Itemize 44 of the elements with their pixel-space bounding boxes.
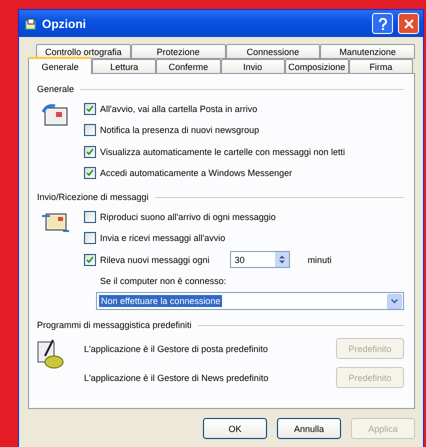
section-title: Invio/Ricezione di messaggi bbox=[37, 192, 149, 202]
unit-label: minuti bbox=[308, 254, 332, 265]
field-label: Se il computer non è connesso: bbox=[99, 276, 226, 286]
window-title: Opzioni bbox=[42, 16, 87, 30]
tab[interactable]: Controllo ortografia bbox=[36, 44, 131, 59]
tab[interactable]: Composizione bbox=[284, 59, 349, 74]
chevron-down-icon bbox=[391, 298, 398, 304]
tab[interactable]: Manutenzione bbox=[320, 44, 415, 59]
close-button[interactable] bbox=[398, 13, 419, 34]
help-button[interactable] bbox=[372, 13, 393, 34]
connection-dropdown[interactable]: Non effettuare la connessione bbox=[96, 292, 404, 310]
checkbox[interactable] bbox=[84, 102, 96, 115]
mail-folder-icon bbox=[41, 102, 69, 128]
tab[interactable]: Invio bbox=[220, 59, 285, 74]
tab[interactable]: Lettura bbox=[92, 59, 156, 74]
section-title: Generale bbox=[37, 84, 74, 94]
dialog-button[interactable]: OK bbox=[203, 418, 267, 439]
tab[interactable]: Conferme bbox=[156, 59, 221, 74]
info-text: L'applicazione è il Gestore di News predefinito bbox=[84, 372, 270, 382]
app-icon bbox=[25, 18, 37, 30]
spin-arrows-icon bbox=[278, 255, 285, 264]
close-icon bbox=[404, 18, 414, 28]
tab[interactable]: Connessione bbox=[226, 44, 320, 59]
dialog-button[interactable]: Annulla bbox=[277, 418, 341, 439]
minutes-spinner[interactable]: 30 bbox=[230, 251, 290, 268]
help-icon bbox=[378, 18, 388, 30]
option-label: Visualizza automaticamente le cartelle con messaggi non letti bbox=[100, 146, 345, 157]
checkbox[interactable] bbox=[84, 210, 96, 223]
checkbox[interactable] bbox=[84, 254, 96, 266]
info-text: L'applicazione è il Gestore di posta predefinito bbox=[84, 344, 269, 354]
checkbox[interactable] bbox=[84, 124, 96, 136]
tab[interactable]: Generale bbox=[28, 57, 92, 74]
section-title: Programmi di messaggistica predefiniti bbox=[37, 320, 192, 330]
option-label: Rileva nuovi messaggi ogni bbox=[100, 254, 210, 265]
option-label: Accedi automaticamente a Windows Messenger bbox=[100, 168, 292, 178]
option-label: Notifica la presenza di nuovi newsgroup bbox=[100, 125, 260, 136]
checkbox[interactable] bbox=[84, 146, 96, 158]
option-label: Riproduci suono all'arrivo di ogni messaggio bbox=[100, 212, 276, 222]
checkbox[interactable] bbox=[84, 232, 96, 244]
tab[interactable]: Protezione bbox=[130, 44, 226, 59]
checkbox[interactable] bbox=[84, 167, 96, 180]
tab[interactable]: Firma bbox=[348, 59, 414, 74]
option-label: Invia e ricevi messaggi all'avvio bbox=[100, 233, 226, 244]
option-label: All'avvio, vai alla cartella Posta in arrivo bbox=[100, 104, 258, 114]
